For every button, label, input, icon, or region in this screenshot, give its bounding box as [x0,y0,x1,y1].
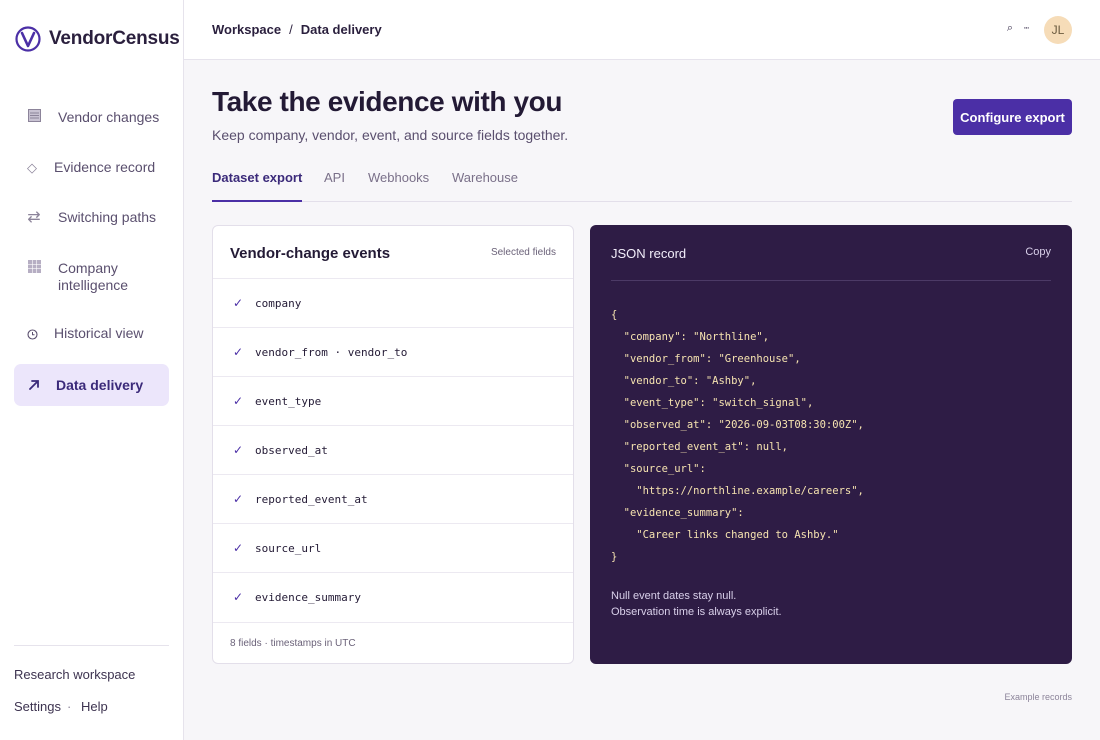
json-note-null: Null event dates stay null. [611,590,737,602]
field-row[interactable]: ✓ source_url [213,523,573,572]
settings-link[interactable]: Settings [14,699,61,714]
field-name: reported_event_at [255,492,368,506]
selected-fields-label: Selected fields [490,247,556,258]
json-record-card: JSON record Copy { "company": "Northline… [590,225,1072,664]
sidebar-item-label: Data delivery [56,376,144,393]
sidebar-item-switching-paths[interactable]: ⇄ Switching paths [14,209,169,229]
code-line: "event_type": "switch_signal", [611,397,814,409]
breadcrumb-current: Data delivery [300,22,382,37]
field-row[interactable]: ✓ event_type [213,376,573,425]
tab-bar: Dataset export API Webhooks Warehouse [212,170,1072,202]
clock-icon [22,325,42,340]
sidebar-item-company-intelligence[interactable]: Company intelligence [14,260,169,296]
footer-separator: · [67,699,72,714]
field-row[interactable]: ✓ company [213,278,573,327]
field-name: event_type [255,394,322,408]
top-actions: ⌕ ··· [1007,22,1030,35]
code-line: "vendor_to": "Ashby", [611,375,757,387]
sidebar: VendorCensus Vendor changes ◇ Evidence r… [0,0,184,740]
sidebar-item-vendor-changes[interactable]: Vendor changes [14,109,169,129]
arrow-up-right-icon [24,379,44,391]
brand[interactable]: VendorCensus [15,26,180,52]
sidebar-item-label: Historical view [54,325,144,341]
code-line: "company": "Northline", [611,331,770,343]
code-line: "https://northline.example/careers", [611,485,864,497]
check-icon: ✓ [233,492,244,506]
check-icon: ✓ [233,296,244,310]
sidebar-item-label: Company intelligence [58,260,129,293]
page-title: Take the evidence with you [212,86,563,117]
search-icon[interactable]: ⌕ [1007,22,1013,35]
more-icon[interactable]: ··· [1023,22,1030,35]
fields-card: Vendor-change events Selected fields ✓ co… [212,225,574,664]
breadcrumb: Workspace / Data delivery [212,22,382,37]
configure-export-button[interactable]: Configure export [953,99,1072,135]
help-link[interactable]: Help [81,699,108,714]
field-name: vendor_from · vendor_to [255,345,408,359]
avatar[interactable]: JL [1044,16,1072,44]
tab-dataset-export[interactable]: Dataset export [212,170,303,202]
check-icon: ✓ [233,345,244,359]
research-workspace-link[interactable]: Research workspace [14,667,135,682]
sidebar-item-label: Vendor changes [58,109,160,125]
top-bar: Workspace / Data delivery ⌕ ··· JL [184,0,1100,60]
code-line: "vendor_from": "Greenhouse", [611,353,801,365]
check-icon: ✓ [233,541,244,555]
sidebar-item-label: Switching paths [58,209,157,225]
field-row[interactable]: ✓ evidence_summary [213,572,573,621]
json-code-block: { "company": "Northline", "vendor_from":… [611,304,864,568]
sidebar-item-label: Evidence record [54,159,156,175]
list-icon [24,109,44,122]
code-line: "reported_event_at": null, [611,441,789,453]
sidebar-divider [14,645,169,646]
code-line: "Career links changed to Ashby." [611,529,839,541]
field-name: observed_at [255,443,328,457]
check-icon: ✓ [233,590,244,604]
code-line: "observed_at": "2026-09-03T08:30:00Z", [611,419,864,431]
json-card-divider [611,280,1051,281]
grid-icon [24,260,44,273]
check-icon: ✓ [233,443,244,457]
check-icon: ✓ [233,394,244,408]
sidebar-item-data-delivery[interactable]: Data delivery [14,364,169,406]
code-line: "evidence_summary": [611,507,744,519]
breadcrumb-separator: / [289,22,293,37]
sidebar-item-historical-view[interactable]: Historical view [14,325,169,345]
fields-card-footer: 8 fields · timestamps in UTC [213,622,573,663]
tab-api[interactable]: API [324,170,345,201]
code-line: { [611,309,618,321]
sidebar-item-evidence-record[interactable]: ◇ Evidence record [14,159,169,179]
page-subtitle: Keep company, vendor, event, and source … [212,127,569,143]
fields-card-title: Vendor-change events [230,245,391,262]
field-row[interactable]: ✓ vendor_from · vendor_to [213,327,573,376]
tab-warehouse[interactable]: Warehouse [452,170,518,201]
example-records-label: Example records [1004,692,1072,702]
code-line: "source_url": [611,463,706,475]
diamond-icon: ◇ [27,160,37,175]
field-name: company [255,296,302,310]
field-name: source_url [255,541,322,555]
field-row[interactable]: ✓ reported_event_at [213,474,573,523]
logo-icon [15,26,41,52]
tab-webhooks[interactable]: Webhooks [368,170,429,201]
field-row[interactable]: ✓ observed_at [213,425,573,474]
json-card-title: JSON record [611,246,687,261]
copy-button[interactable]: Copy [1025,246,1051,258]
field-name: evidence_summary [255,590,361,604]
code-line: } [611,551,618,563]
arrows-swap-icon: ⇄ [27,209,41,226]
json-note-observation: Observation time is always explicit. [611,606,782,618]
brand-name: VendorCensus [49,28,180,49]
breadcrumb-workspace[interactable]: Workspace [212,22,281,37]
